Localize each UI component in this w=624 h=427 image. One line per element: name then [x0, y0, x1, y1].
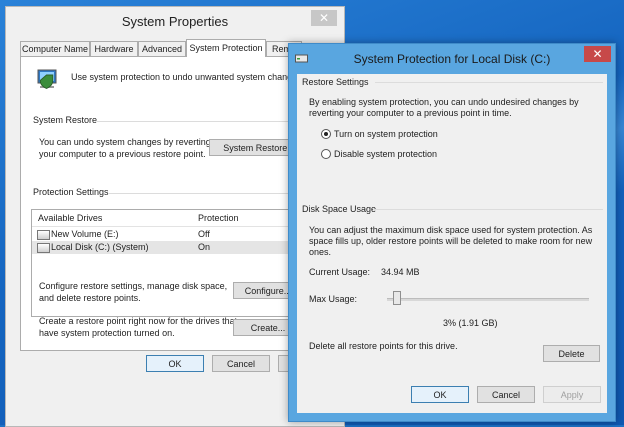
restore-settings-desc-line1: By enabling system protection, you can u…	[309, 97, 579, 107]
disk-protection-dialog: System Protection for Local Disk (C:) ✕ …	[288, 43, 616, 422]
delete-button[interactable]: Delete	[543, 345, 600, 362]
drive-row-local-disk[interactable]: Local Disk (C:) (System) On	[32, 241, 308, 254]
drive-name: Local Disk (C:) (System)	[51, 242, 149, 252]
disk-dialog-apply-button[interactable]: Apply	[543, 386, 601, 403]
disk-space-desc-line3: ones.	[309, 247, 332, 257]
create-text-line1: Create a restore point right now for the…	[39, 316, 238, 326]
drive-icon	[37, 243, 50, 253]
system-properties-close-button[interactable]: ✕	[311, 10, 337, 26]
max-usage-slider-thumb[interactable]	[393, 291, 402, 305]
configure-text-line2: and delete restore points.	[39, 293, 141, 303]
turn-on-protection-label[interactable]: Turn on system protection	[334, 129, 438, 139]
drive-protection: Off	[198, 229, 210, 239]
max-usage-label: Max Usage:	[309, 294, 358, 304]
group-divider	[373, 209, 603, 210]
max-usage-slider-track[interactable]	[387, 298, 589, 301]
drive-icon	[37, 230, 50, 240]
disk-space-desc-line2: space fills up, older restore points wil…	[309, 236, 593, 246]
disk-dialog-ok-button[interactable]: OK	[411, 386, 469, 403]
column-protection[interactable]: Protection	[198, 213, 239, 223]
delete-restore-points-text: Delete all restore points for this drive…	[309, 341, 458, 351]
drive-name: New Volume (E:)	[51, 229, 119, 239]
tab-hardware[interactable]: Hardware	[90, 41, 138, 56]
tab-system-protection[interactable]: System Protection	[186, 39, 266, 57]
turn-on-protection-radio[interactable]	[321, 129, 331, 139]
system-properties-ok-button[interactable]: OK	[146, 355, 204, 372]
system-properties-cancel-button[interactable]: Cancel	[212, 355, 270, 372]
tab-advanced[interactable]: Advanced	[138, 41, 186, 56]
system-protection-computer-icon	[37, 69, 57, 89]
current-usage-label: Current Usage:	[309, 267, 371, 277]
disable-protection-label[interactable]: Disable system protection	[334, 149, 437, 159]
system-properties-titlebar[interactable]: System Properties ✕	[6, 7, 344, 37]
disk-dialog-title: System Protection for Local Disk (C:)	[353, 52, 551, 66]
disk-dialog-client: Restore Settings By enabling system prot…	[297, 74, 607, 413]
system-restore-text-line2: your computer to a previous restore poin…	[39, 149, 206, 159]
system-restore-heading: System Restore	[33, 115, 98, 125]
close-icon: ✕	[318, 11, 330, 25]
create-text-line2: have system protection turned on.	[39, 328, 175, 338]
configure-text-line1: Configure restore settings, manage disk …	[39, 281, 228, 291]
drive-row-new-volume[interactable]: New Volume (E:) Off	[32, 228, 308, 241]
disk-dialog-close-button[interactable]: ✕	[584, 46, 611, 62]
tab-computer-name[interactable]: Computer Name	[20, 41, 90, 56]
disk-space-desc-line1: You can adjust the maximum disk space us…	[309, 225, 593, 235]
disk-dialog-cancel-button[interactable]: Cancel	[477, 386, 535, 403]
disable-protection-radio[interactable]	[321, 149, 331, 159]
max-usage-readout: 3% (1.91 GB)	[443, 318, 498, 328]
system-restore-text-line1: You can undo system changes by reverting	[39, 137, 211, 147]
current-usage-value: 34.94 MB	[381, 267, 420, 277]
protection-settings-heading: Protection Settings	[33, 187, 109, 197]
restore-settings-heading: Restore Settings	[302, 77, 369, 87]
system-properties-title: System Properties	[121, 14, 229, 29]
group-divider	[375, 82, 603, 83]
column-available-drives[interactable]: Available Drives	[38, 213, 102, 223]
list-header: Available Drives Protection	[32, 210, 308, 227]
intro-text: Use system protection to undo unwanted s…	[71, 72, 305, 82]
disk-space-heading: Disk Space Usage	[302, 204, 377, 214]
close-icon: ✕	[592, 47, 603, 61]
drive-protection: On	[198, 242, 211, 252]
restore-settings-desc-line2: reverting your computer to a previous po…	[309, 108, 512, 118]
